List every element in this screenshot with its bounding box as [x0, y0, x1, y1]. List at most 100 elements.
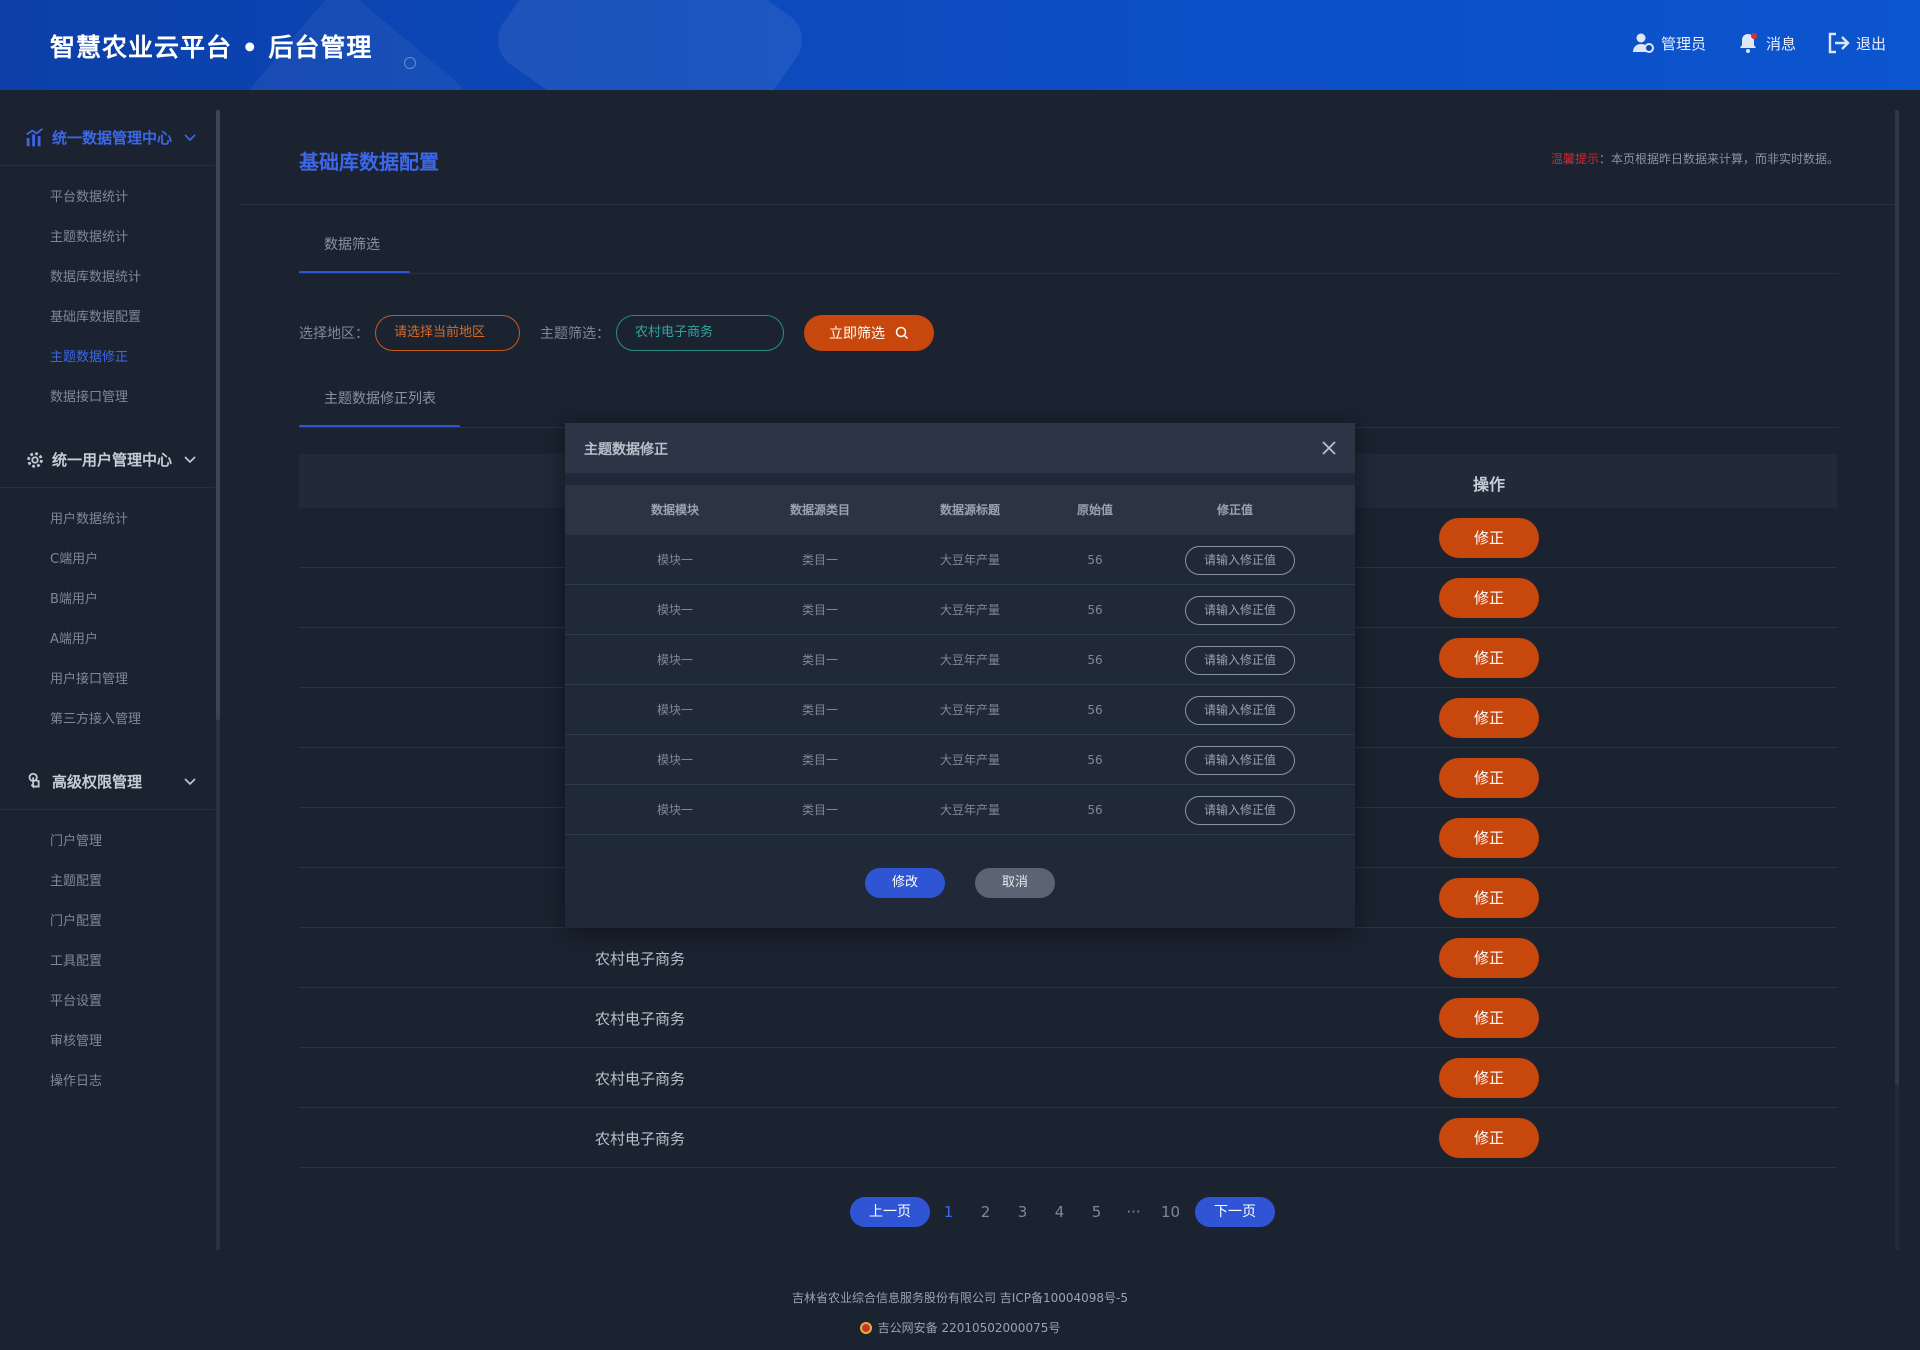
modal-table-row: 模块一 类目一 大豆年产量 56 请输入修正值 [565, 535, 1355, 585]
tab-data-filter[interactable]: 数据筛选 [324, 234, 380, 254]
sidebar-item-topic-config[interactable]: 主题配置 [0, 862, 215, 902]
sidebar-item-platform-settings[interactable]: 平台设置 [0, 982, 215, 1022]
fix-value-input[interactable]: 请输入修正值 [1185, 696, 1295, 725]
page-ellipsis: ··· [1126, 1203, 1141, 1221]
sidebar-group-user-center[interactable]: 统一用户管理中心 [0, 432, 215, 488]
fix-value-input[interactable]: 请输入修正值 [1185, 596, 1295, 625]
cell-module: 模块一 [656, 703, 693, 717]
scrollbar-thumb[interactable] [216, 110, 220, 720]
cancel-button[interactable]: 取消 [975, 868, 1055, 898]
next-page-button[interactable]: 下一页 [1195, 1197, 1275, 1227]
cell-category: 类目一 [801, 703, 838, 717]
topic-select[interactable]: 农村电子商务 [616, 315, 784, 351]
admin-button[interactable]: 管理员 [1631, 31, 1706, 55]
sidebar-group-permissions[interactable]: 高级权限管理 [0, 754, 215, 810]
modify-button[interactable]: 修改 [865, 868, 945, 898]
cell-original: 56 [1087, 803, 1103, 817]
sidebar-group-items: 门户管理 主题配置 门户配置 工具配置 平台设置 审核管理 操作日志 [0, 810, 215, 1116]
fix-button[interactable]: 修正 [1439, 638, 1539, 678]
main-scrollbar[interactable] [1895, 110, 1899, 1250]
fix-value-input[interactable]: 请输入修正值 [1185, 796, 1295, 825]
fix-button[interactable]: 修正 [1439, 818, 1539, 858]
fix-button[interactable]: 修正 [1439, 1118, 1539, 1158]
fix-button[interactable]: 修正 [1439, 518, 1539, 558]
modal-table-row: 模块一 类目一 大豆年产量 56 请输入修正值 [565, 585, 1355, 635]
fix-value-input[interactable]: 请输入修正值 [1185, 546, 1295, 575]
sidebar-item-op-log[interactable]: 操作日志 [0, 1062, 215, 1102]
sidebar-item-topic-stats[interactable]: 主题数据统计 [0, 218, 215, 258]
fix-button[interactable]: 修正 [1439, 758, 1539, 798]
sidebar-group-label: 统一数据管理中心 [52, 129, 173, 147]
fix-button[interactable]: 修正 [1439, 1058, 1539, 1098]
page-number[interactable]: 4 [1041, 1203, 1078, 1221]
pagination: 上一页 1 2 3 4 5 ··· 10 下一页 [850, 1197, 1275, 1227]
cell-source-title: 大豆年产量 [939, 803, 1000, 817]
table-row: 农村电子商务 修正 [299, 1048, 1837, 1108]
chart-icon [26, 127, 43, 146]
close-icon[interactable] [1319, 438, 1339, 458]
cell-module: 模块一 [656, 553, 693, 567]
fix-value-input[interactable]: 请输入修正值 [1185, 646, 1295, 675]
touch-icon [28, 772, 40, 789]
sidebar-item-user-stats[interactable]: 用户数据统计 [0, 500, 215, 540]
sidebar-item-portal-mgmt[interactable]: 门户管理 [0, 822, 215, 862]
sidebar-item-base-config[interactable]: 基础库数据配置 [0, 298, 215, 338]
filter-submit-button[interactable]: 立即筛选 [804, 315, 934, 351]
page-number[interactable]: 1 [930, 1203, 967, 1221]
sidebar-item-c-users[interactable]: C端用户 [0, 540, 215, 580]
search-icon [895, 326, 909, 340]
sidebar-item-user-api[interactable]: 用户接口管理 [0, 660, 215, 700]
sidebar-item-tool-config[interactable]: 工具配置 [0, 942, 215, 982]
cell-module: 模块一 [656, 803, 693, 817]
chevron-down-icon [184, 133, 196, 141]
fix-button[interactable]: 修正 [1439, 878, 1539, 918]
gear-icon [27, 451, 43, 468]
logout-icon [1828, 32, 1850, 54]
tab-fix-list[interactable]: 主题数据修正列表 [324, 388, 436, 408]
notice-text: ：本页根据昨日数据来计算，而非实时数据。 [1598, 152, 1839, 166]
sidebar-item-db-stats[interactable]: 数据库数据统计 [0, 258, 215, 298]
prev-page-button[interactable]: 上一页 [850, 1197, 930, 1227]
sidebar-group-label: 统一用户管理中心 [52, 451, 173, 469]
page-number[interactable]: 3 [1004, 1203, 1041, 1221]
modal-title: 主题数据修正 [584, 442, 668, 458]
user-gear-icon [1632, 33, 1654, 53]
column-header: 数据模块 [650, 503, 699, 517]
cell-category: 类目一 [801, 753, 838, 767]
fix-button[interactable]: 修正 [1439, 998, 1539, 1038]
sidebar-scrollbar[interactable] [216, 110, 220, 1250]
sidebar-item-third-party[interactable]: 第三方接入管理 [0, 700, 215, 740]
sidebar-group-data-center[interactable]: 统一数据管理中心 [0, 110, 215, 166]
sidebar-item-portal-config[interactable]: 门户配置 [0, 902, 215, 942]
page-number[interactable]: 2 [967, 1203, 1004, 1221]
cell-original: 56 [1087, 553, 1103, 567]
sidebar-item-review[interactable]: 审核管理 [0, 1022, 215, 1062]
fix-value-input[interactable]: 请输入修正值 [1185, 746, 1295, 775]
notice-prefix: 温馨提示 [1550, 152, 1599, 166]
sidebar-item-a-users[interactable]: A端用户 [0, 620, 215, 660]
cell-source-title: 大豆年产量 [939, 653, 1000, 667]
modal-header: 主题数据修正 [565, 423, 1355, 473]
fix-button[interactable]: 修正 [1439, 698, 1539, 738]
region-select[interactable]: 请选择当前地区 [375, 315, 520, 351]
filter-bar: 选择地区： 请选择当前地区 主题筛选： 农村电子商务 立即筛选 [299, 315, 934, 351]
fix-button[interactable]: 修正 [1439, 938, 1539, 978]
scrollbar-thumb[interactable] [1895, 110, 1899, 1085]
table-row: 农村电子商务 修正 [299, 928, 1837, 988]
messages-button[interactable]: 消息 [1736, 31, 1796, 55]
sidebar-group-items: 用户数据统计 C端用户 B端用户 A端用户 用户接口管理 第三方接入管理 [0, 488, 215, 754]
cell-source-title: 大豆年产量 [939, 753, 1000, 767]
sidebar-item-topic-fix[interactable]: 主题数据修正 [0, 338, 215, 378]
page-number[interactable]: 10 [1152, 1203, 1189, 1221]
divider [299, 273, 1839, 274]
sidebar-item-platform-stats[interactable]: 平台数据统计 [0, 178, 215, 218]
logout-button[interactable]: 退出 [1826, 31, 1886, 55]
sidebar-item-b-users[interactable]: B端用户 [0, 580, 215, 620]
page-number[interactable]: 5 [1078, 1203, 1115, 1221]
cell-source-title: 大豆年产量 [939, 553, 1000, 567]
fix-button[interactable]: 修正 [1439, 578, 1539, 618]
header-actions: 管理员 消息 退出 [1631, 31, 1886, 55]
row-topic: 农村电子商务 [595, 1010, 686, 1028]
sidebar-item-data-api[interactable]: 数据接口管理 [0, 378, 215, 418]
footer-record: 吉公网安备 22010502000075号 [0, 1319, 1920, 1336]
